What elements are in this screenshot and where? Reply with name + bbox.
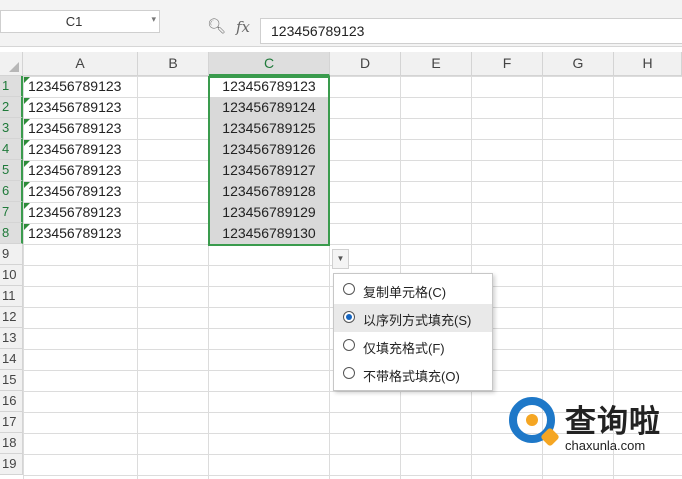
watermark-logo: 查询啦 chaxunla.com bbox=[505, 393, 680, 459]
row-header-14[interactable]: 14 bbox=[0, 349, 23, 370]
gridline bbox=[137, 76, 138, 479]
row-header-3[interactable]: 3 bbox=[0, 118, 23, 139]
zoom-icon[interactable]: 🔍︎ bbox=[207, 17, 226, 35]
watermark-title: 查询啦 bbox=[565, 404, 661, 439]
cell-a2-value: 123456789123 bbox=[28, 99, 122, 115]
row-header-17[interactable]: 17 bbox=[0, 412, 23, 433]
cell-a7[interactable]: 123456789123 bbox=[23, 202, 137, 223]
row-header-5[interactable]: 5 bbox=[0, 160, 23, 181]
row-header-11[interactable]: 11 bbox=[0, 286, 23, 307]
menu-item-fill-formatting-only[interactable]: 仅填充格式(F) bbox=[334, 332, 492, 360]
menu-item-label: 仅填充格式(F) bbox=[363, 341, 445, 356]
row-header-16[interactable]: 16 bbox=[0, 391, 23, 412]
radio-icon[interactable] bbox=[343, 339, 355, 351]
radio-selected-icon[interactable] bbox=[343, 311, 355, 323]
name-box[interactable]: C1 ▾ bbox=[0, 10, 160, 33]
logo-dot bbox=[526, 414, 538, 426]
error-indicator-icon bbox=[24, 98, 30, 104]
column-header-c[interactable]: C bbox=[209, 52, 330, 76]
cell-a4[interactable]: 123456789123 bbox=[23, 139, 137, 160]
cell-a4-value: 123456789123 bbox=[28, 141, 122, 157]
row-header-19[interactable]: 19 bbox=[0, 454, 23, 475]
error-indicator-icon bbox=[24, 224, 30, 230]
row-header-9[interactable]: 9 bbox=[0, 244, 23, 265]
menu-item-fill-without-formatting[interactable]: 不带格式填充(O) bbox=[334, 360, 492, 388]
cell-a1[interactable]: 123456789123 bbox=[23, 76, 137, 97]
select-all-triangle-icon bbox=[9, 62, 19, 72]
column-header-e[interactable]: E bbox=[401, 52, 472, 76]
chaxunla-logo-icon bbox=[509, 397, 560, 447]
cell-a6[interactable]: 123456789123 bbox=[23, 181, 137, 202]
cell-a5[interactable]: 123456789123 bbox=[23, 160, 137, 181]
cell-a5-value: 123456789123 bbox=[28, 162, 122, 178]
column-header-d[interactable]: D bbox=[330, 52, 401, 76]
column-header-g[interactable]: G bbox=[543, 52, 614, 76]
chevron-down-icon: ▼ bbox=[336, 254, 345, 263]
formula-input[interactable]: 123456789123 bbox=[260, 18, 682, 44]
error-indicator-icon bbox=[24, 140, 30, 146]
menu-item-label: 不带格式填充(O) bbox=[363, 369, 460, 384]
cell-a8-value: 123456789123 bbox=[28, 225, 122, 241]
column-header-a[interactable]: A bbox=[23, 52, 138, 76]
row-header-15[interactable]: 15 bbox=[0, 370, 23, 391]
row-header-7[interactable]: 7 bbox=[0, 202, 23, 223]
select-all-corner[interactable] bbox=[0, 52, 23, 76]
row-header-18[interactable]: 18 bbox=[0, 433, 23, 454]
error-indicator-icon bbox=[24, 119, 30, 125]
row-header-1[interactable]: 1 bbox=[0, 76, 23, 97]
cell-a6-value: 123456789123 bbox=[28, 183, 122, 199]
logo-tail bbox=[540, 427, 560, 447]
cell-a1-value: 123456789123 bbox=[28, 78, 122, 94]
menu-item-copy-cells[interactable]: 复制单元格(C) bbox=[334, 276, 492, 304]
selection-range-border bbox=[208, 76, 330, 246]
name-box-value: C1 bbox=[65, 14, 83, 29]
cell-a8[interactable]: 123456789123 bbox=[23, 223, 137, 244]
row-header-4[interactable]: 4 bbox=[0, 139, 23, 160]
fx-icon[interactable]: fx bbox=[236, 18, 250, 36]
menu-item-label: 以序列方式填充(S) bbox=[363, 313, 472, 328]
row-header-12[interactable]: 12 bbox=[0, 307, 23, 328]
row-header-10[interactable]: 10 bbox=[0, 265, 23, 286]
autofill-options-menu: 复制单元格(C) 以序列方式填充(S) 仅填充格式(F) 不带格式填充(O) bbox=[333, 273, 493, 391]
cell-a2[interactable]: 123456789123 bbox=[23, 97, 137, 118]
error-indicator-icon bbox=[24, 182, 30, 188]
radio-icon[interactable] bbox=[343, 283, 355, 295]
menu-item-label: 复制单元格(C) bbox=[363, 285, 447, 300]
column-header-f[interactable]: F bbox=[472, 52, 543, 76]
row-header-8[interactable]: 8 bbox=[0, 223, 23, 244]
chevron-down-icon[interactable]: ▾ bbox=[151, 14, 156, 25]
radio-icon[interactable] bbox=[343, 367, 355, 379]
cell-a3-value: 123456789123 bbox=[28, 120, 122, 136]
row-header-2[interactable]: 2 bbox=[0, 97, 23, 118]
title-strip bbox=[0, 0, 682, 10]
row-header-13[interactable]: 13 bbox=[0, 328, 23, 349]
error-indicator-icon bbox=[24, 77, 30, 83]
row-header-6[interactable]: 6 bbox=[0, 181, 23, 202]
autofill-options-button[interactable]: ▼ bbox=[332, 249, 349, 269]
column-header-h[interactable]: H bbox=[614, 52, 682, 76]
column-header-b[interactable]: B bbox=[138, 52, 209, 76]
menu-item-fill-series[interactable]: 以序列方式填充(S) bbox=[334, 304, 492, 332]
cell-a3[interactable]: 123456789123 bbox=[23, 118, 137, 139]
cell-a7-value: 123456789123 bbox=[28, 204, 122, 220]
watermark-url: chaxunla.com bbox=[565, 438, 646, 453]
error-indicator-icon bbox=[24, 203, 30, 209]
error-indicator-icon bbox=[24, 161, 30, 167]
